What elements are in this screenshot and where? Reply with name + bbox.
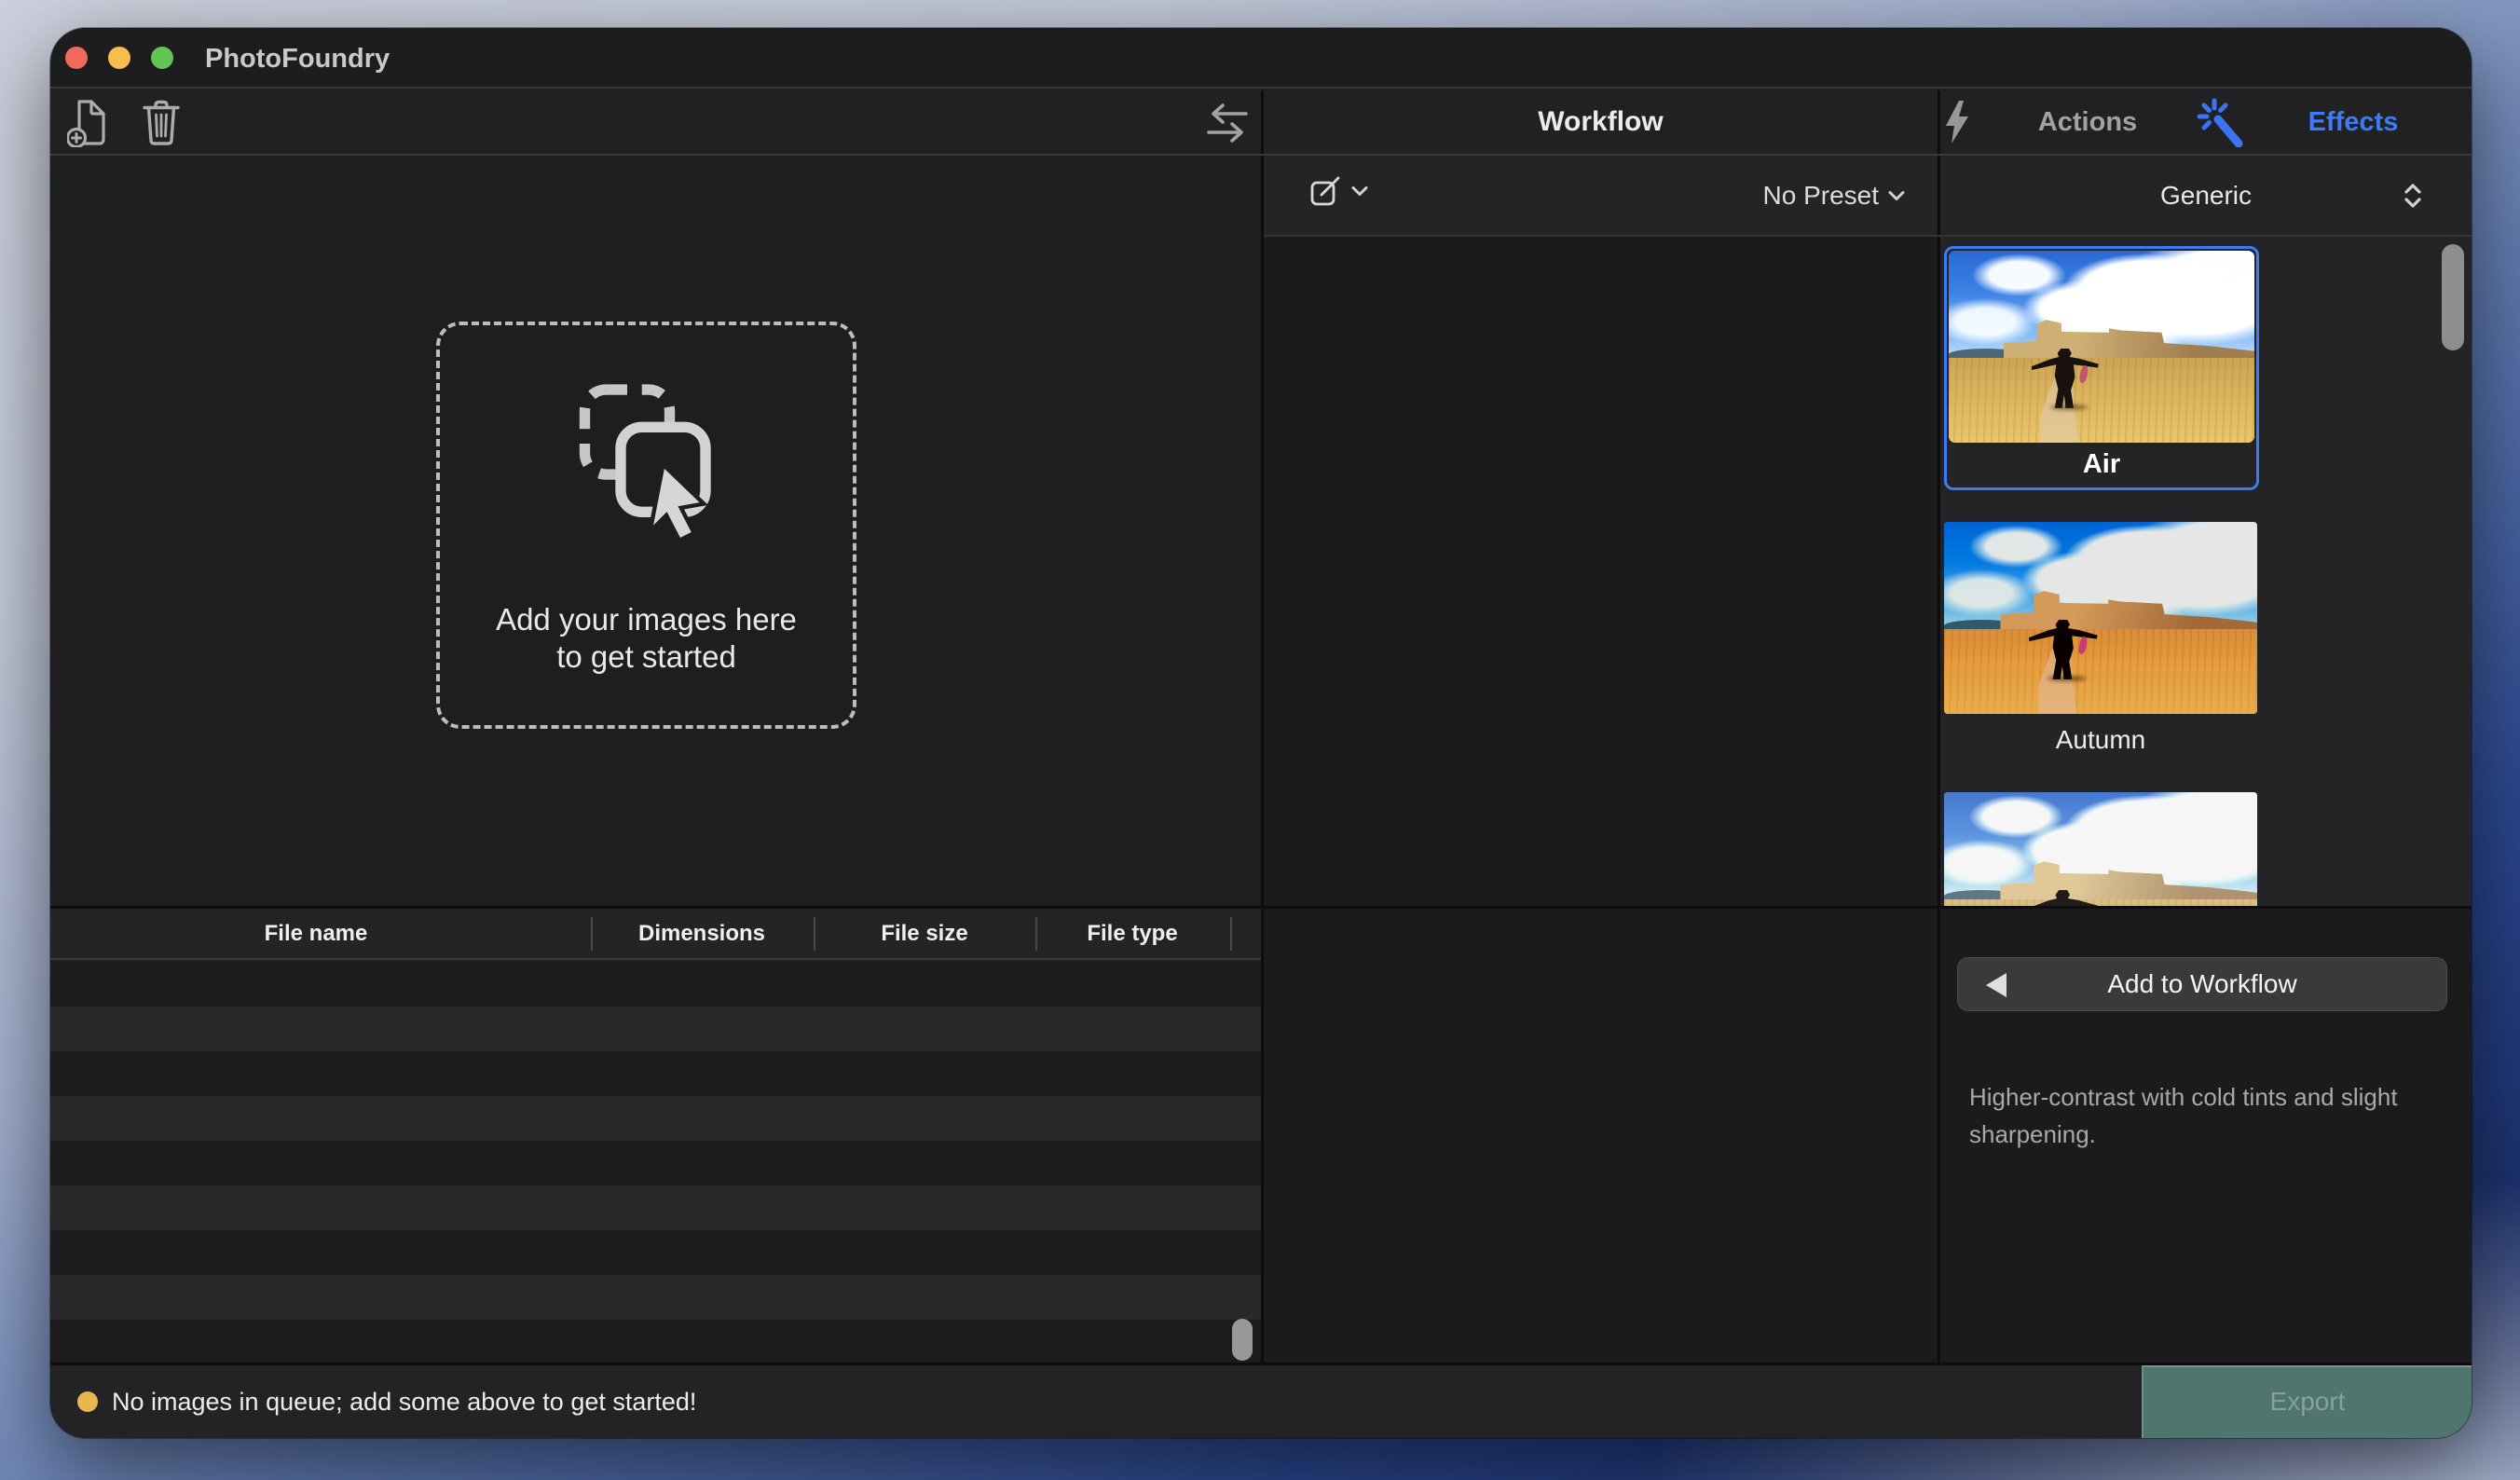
table-row: [50, 1275, 1261, 1320]
workflow-preset-row: No Preset: [1264, 156, 1938, 235]
chevron-up-down-icon: [2403, 182, 2423, 210]
table-row: [50, 962, 1261, 1007]
trash-icon: [141, 99, 182, 147]
swap-arrows-icon: [1203, 102, 1252, 144]
zoom-button[interactable]: [151, 47, 173, 69]
effect-card-partial[interactable]: [1944, 792, 2257, 906]
minimize-button[interactable]: [108, 47, 130, 69]
table-row: [50, 1051, 1261, 1096]
arrow-left-triangle-icon: [1986, 973, 2006, 997]
wand-rays-icon: [2196, 97, 2246, 147]
effects-list-scrollbar[interactable]: [2442, 244, 2464, 350]
column-header-file-name[interactable]: File name: [265, 909, 368, 958]
table-row: [50, 1141, 1261, 1185]
column-header-dimensions[interactable]: Dimensions: [638, 909, 765, 958]
title-bar: PhotoFoundry: [50, 28, 2472, 89]
bolt-icon: [1945, 101, 1969, 144]
effect-detail-area: Add to Workflow Higher-contrast with col…: [1940, 909, 2472, 1363]
image-dropzone[interactable]: Add your images here to get started: [436, 322, 856, 729]
square-pencil-icon: [1310, 176, 1342, 206]
status-indicator-dot: [77, 1391, 98, 1412]
effect-thumbnail-autumn: [1944, 522, 2257, 714]
effect-thumbnail-partial: [1944, 792, 2257, 906]
workflow-header: Workflow: [1264, 90, 1938, 154]
column-header-file-type[interactable]: File type: [1087, 909, 1177, 958]
table-row: [50, 1007, 1261, 1051]
tab-effects[interactable]: Effects: [2308, 90, 2399, 154]
app-window: PhotoFoundry: [50, 28, 2472, 1438]
workflow-steps-canvas: [1264, 237, 1938, 906]
effect-category-select[interactable]: Generic: [1940, 156, 2472, 235]
status-message: No images in queue; add some above to ge…: [112, 1365, 696, 1438]
status-bar: No images in queue; add some above to ge…: [50, 1365, 2472, 1438]
effects-list: Air Autumn: [1940, 237, 2472, 906]
left-toolbar: [50, 90, 1261, 154]
tab-actions[interactable]: Actions: [2038, 90, 2137, 154]
file-table-header: File name Dimensions File size File type: [50, 909, 1261, 960]
effect-category-value: Generic: [2160, 181, 2252, 211]
chevron-down-icon: [1351, 185, 1368, 197]
dropzone-label: Add your images here to get started: [440, 601, 853, 676]
column-divider: [591, 917, 593, 951]
transfer-panel-button[interactable]: [1203, 99, 1252, 147]
effect-label-air: Air: [1949, 443, 2254, 486]
file-table-scrollbar[interactable]: [1232, 1319, 1253, 1361]
table-row: [50, 1320, 1261, 1363]
add-images-button[interactable]: [65, 99, 114, 147]
table-row: [50, 1096, 1261, 1141]
select-images-cursor-icon: [565, 383, 729, 553]
workflow-panel-title: Workflow: [1264, 90, 1938, 154]
column-divider: [1230, 917, 1232, 951]
remove-images-button[interactable]: [137, 99, 185, 147]
export-button[interactable]: Export: [2142, 1365, 2472, 1438]
file-table-rows: [50, 962, 1261, 1363]
column-divider: [1035, 917, 1037, 951]
table-row: [50, 1185, 1261, 1230]
effect-card-autumn[interactable]: Autumn: [1944, 522, 2257, 757]
column-header-file-size[interactable]: File size: [881, 909, 967, 958]
image-queue-area: Add your images here to get started: [50, 156, 1261, 906]
edit-workflow-button[interactable]: [1310, 176, 1368, 206]
document-plus-icon: [67, 99, 112, 147]
preset-dropdown-value: No Preset: [1763, 181, 1880, 211]
window-title: PhotoFoundry: [205, 28, 390, 89]
add-to-workflow-button[interactable]: Add to Workflow: [1957, 957, 2447, 1011]
effect-label-autumn: Autumn: [1944, 725, 2257, 757]
effect-description: Higher-contrast with cold tints and slig…: [1969, 1078, 2446, 1153]
effect-thumbnail-air: [1949, 251, 2254, 443]
chevron-down-icon: [1888, 190, 1905, 201]
column-divider: [814, 917, 815, 951]
effects-tab-bar: Actions Effects: [1940, 90, 2472, 154]
workflow-detail-canvas: [1264, 909, 1938, 1363]
effect-card-air[interactable]: Air: [1944, 246, 2259, 490]
close-button[interactable]: [65, 47, 88, 69]
add-to-workflow-label: Add to Workflow: [1958, 958, 2446, 1010]
preset-dropdown[interactable]: No Preset: [1763, 156, 1906, 235]
table-row: [50, 1230, 1261, 1275]
